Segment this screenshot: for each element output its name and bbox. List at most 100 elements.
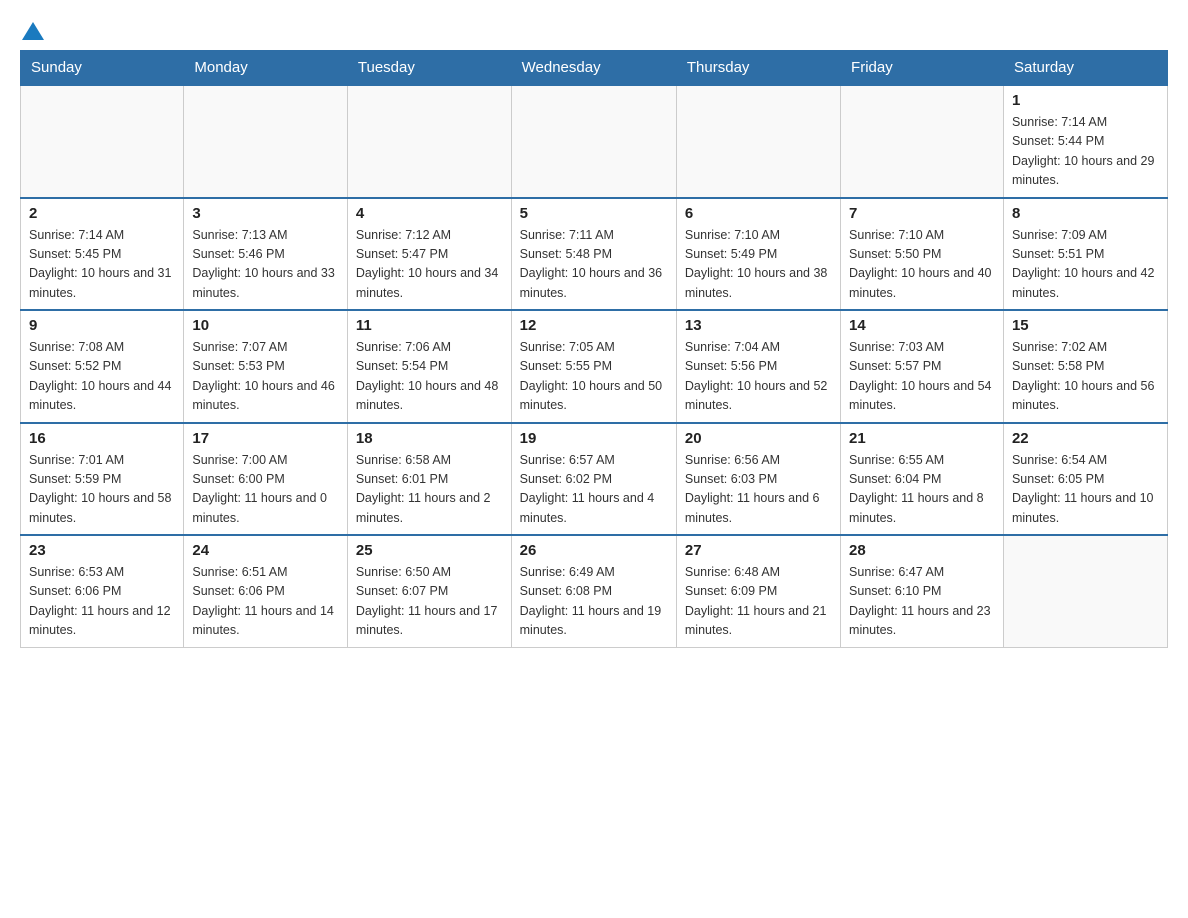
day-info: Sunrise: 6:58 AMSunset: 6:01 PMDaylight:… [356,451,503,529]
calendar-cell: 4 Sunrise: 7:12 AMSunset: 5:47 PMDaylight… [347,198,511,311]
calendar-cell: 21 Sunrise: 6:55 AMSunset: 6:04 PMDayligh… [841,423,1004,536]
day-info: Sunrise: 7:09 AMSunset: 5:51 PMDaylight:… [1012,226,1159,304]
day-number: 19 [520,430,668,447]
day-info: Sunrise: 7:11 AMSunset: 5:48 PMDaylight:… [520,226,668,304]
calendar-cell: 18Sunrise: 6:58 AMSunset: 6:01 PMDayligh… [347,423,511,536]
day-number: 7 [849,205,995,222]
calendar-cell: 15 Sunrise: 7:02 AMSunset: 5:58 PMDayligh… [1003,310,1167,423]
calendar-cell: 1 Sunrise: 7:14 AMSunset: 5:44 PMDaylight… [1003,85,1167,198]
day-number: 1 [1012,92,1159,109]
calendar-cell: 22 Sunrise: 6:54 AMSunset: 6:05 PMDayligh… [1003,423,1167,536]
calendar-cell: 6 Sunrise: 7:10 AMSunset: 5:49 PMDaylight… [676,198,840,311]
weekday-header-saturday: Saturday [1003,51,1167,86]
day-number: 6 [685,205,832,222]
day-info: Sunrise: 6:51 AMSunset: 6:06 PMDaylight:… [192,563,339,641]
day-info: Sunrise: 7:01 AMSunset: 5:59 PMDaylight:… [29,451,175,529]
calendar-week-row: 9Sunrise: 7:08 AMSunset: 5:52 PMDaylight… [21,310,1168,423]
calendar-cell: 3 Sunrise: 7:13 AMSunset: 5:46 PMDaylight… [184,198,348,311]
calendar-week-row: 1 Sunrise: 7:14 AMSunset: 5:44 PMDaylight… [21,85,1168,198]
weekday-header-tuesday: Tuesday [347,51,511,86]
day-number: 14 [849,317,995,334]
day-number: 26 [520,542,668,559]
day-number: 25 [356,542,503,559]
calendar-cell: 8 Sunrise: 7:09 AMSunset: 5:51 PMDaylight… [1003,198,1167,311]
calendar-cell [184,85,348,198]
day-info: Sunrise: 7:13 AMSunset: 5:46 PMDaylight:… [192,226,339,304]
calendar-header-row: SundayMondayTuesdayWednesdayThursdayFrid… [21,51,1168,86]
weekday-header-friday: Friday [841,51,1004,86]
day-info: Sunrise: 7:02 AMSunset: 5:58 PMDaylight:… [1012,338,1159,416]
day-number: 28 [849,542,995,559]
day-number: 2 [29,205,175,222]
day-info: Sunrise: 7:10 AMSunset: 5:49 PMDaylight:… [685,226,832,304]
day-info: Sunrise: 6:48 AMSunset: 6:09 PMDaylight:… [685,563,832,641]
calendar-cell: 28 Sunrise: 6:47 AMSunset: 6:10 PMDayligh… [841,535,1004,647]
day-info: Sunrise: 7:14 AMSunset: 5:45 PMDaylight:… [29,226,175,304]
day-info: Sunrise: 7:03 AMSunset: 5:57 PMDaylight:… [849,338,995,416]
calendar-cell [511,85,676,198]
day-number: 16 [29,430,175,447]
day-info: Sunrise: 7:06 AMSunset: 5:54 PMDaylight:… [356,338,503,416]
calendar-table: SundayMondayTuesdayWednesdayThursdayFrid… [20,50,1168,648]
day-info: Sunrise: 6:49 AMSunset: 6:08 PMDaylight:… [520,563,668,641]
calendar-cell: 14 Sunrise: 7:03 AMSunset: 5:57 PMDayligh… [841,310,1004,423]
day-number: 20 [685,430,832,447]
calendar-cell: 7 Sunrise: 7:10 AMSunset: 5:50 PMDaylight… [841,198,1004,311]
calendar-cell: 12Sunrise: 7:05 AMSunset: 5:55 PMDayligh… [511,310,676,423]
calendar-cell: 20 Sunrise: 6:56 AMSunset: 6:03 PMDayligh… [676,423,840,536]
calendar-cell: 11Sunrise: 7:06 AMSunset: 5:54 PMDayligh… [347,310,511,423]
day-info: Sunrise: 6:54 AMSunset: 6:05 PMDaylight:… [1012,451,1159,529]
day-number: 3 [192,205,339,222]
day-info: Sunrise: 6:56 AMSunset: 6:03 PMDaylight:… [685,451,832,529]
calendar-cell [347,85,511,198]
calendar-cell: 2 Sunrise: 7:14 AMSunset: 5:45 PMDaylight… [21,198,184,311]
day-info: Sunrise: 6:55 AMSunset: 6:04 PMDaylight:… [849,451,995,529]
calendar-week-row: 16 Sunrise: 7:01 AMSunset: 5:59 PMDayligh… [21,423,1168,536]
day-info: Sunrise: 7:10 AMSunset: 5:50 PMDaylight:… [849,226,995,304]
calendar-cell: 10 Sunrise: 7:07 AMSunset: 5:53 PMDayligh… [184,310,348,423]
day-number: 17 [192,430,339,447]
logo-triangle-icon [22,20,44,42]
day-info: Sunrise: 6:50 AMSunset: 6:07 PMDaylight:… [356,563,503,641]
weekday-header-monday: Monday [184,51,348,86]
day-number: 22 [1012,430,1159,447]
weekday-header-wednesday: Wednesday [511,51,676,86]
day-number: 10 [192,317,339,334]
calendar-cell [1003,535,1167,647]
calendar-cell: 17 Sunrise: 7:00 AMSunset: 6:00 PMDayligh… [184,423,348,536]
day-number: 27 [685,542,832,559]
calendar-cell: 9Sunrise: 7:08 AMSunset: 5:52 PMDaylight… [21,310,184,423]
day-number: 8 [1012,205,1159,222]
page-header [20,20,1168,40]
day-number: 21 [849,430,995,447]
day-number: 4 [356,205,503,222]
calendar-cell: 13 Sunrise: 7:04 AMSunset: 5:56 PMDayligh… [676,310,840,423]
day-info: Sunrise: 7:00 AMSunset: 6:00 PMDaylight:… [192,451,339,529]
weekday-header-thursday: Thursday [676,51,840,86]
day-number: 23 [29,542,175,559]
day-info: Sunrise: 7:14 AMSunset: 5:44 PMDaylight:… [1012,113,1159,191]
weekday-header-sunday: Sunday [21,51,184,86]
calendar-cell: 26 Sunrise: 6:49 AMSunset: 6:08 PMDayligh… [511,535,676,647]
calendar-cell [21,85,184,198]
calendar-cell: 24 Sunrise: 6:51 AMSunset: 6:06 PMDayligh… [184,535,348,647]
day-info: Sunrise: 6:53 AMSunset: 6:06 PMDaylight:… [29,563,175,641]
day-info: Sunrise: 7:04 AMSunset: 5:56 PMDaylight:… [685,338,832,416]
calendar-cell: 23 Sunrise: 6:53 AMSunset: 6:06 PMDayligh… [21,535,184,647]
day-info: Sunrise: 6:57 AMSunset: 6:02 PMDaylight:… [520,451,668,529]
day-number: 24 [192,542,339,559]
day-info: Sunrise: 6:47 AMSunset: 6:10 PMDaylight:… [849,563,995,641]
day-info: Sunrise: 7:12 AMSunset: 5:47 PMDaylight:… [356,226,503,304]
calendar-cell: 27 Sunrise: 6:48 AMSunset: 6:09 PMDayligh… [676,535,840,647]
day-number: 12 [520,317,668,334]
calendar-cell [676,85,840,198]
calendar-week-row: 2 Sunrise: 7:14 AMSunset: 5:45 PMDaylight… [21,198,1168,311]
calendar-cell: 25 Sunrise: 6:50 AMSunset: 6:07 PMDayligh… [347,535,511,647]
day-number: 13 [685,317,832,334]
day-info: Sunrise: 7:07 AMSunset: 5:53 PMDaylight:… [192,338,339,416]
day-info: Sunrise: 7:08 AMSunset: 5:52 PMDaylight:… [29,338,175,416]
day-number: 5 [520,205,668,222]
day-number: 15 [1012,317,1159,334]
calendar-cell: 16 Sunrise: 7:01 AMSunset: 5:59 PMDayligh… [21,423,184,536]
calendar-week-row: 23 Sunrise: 6:53 AMSunset: 6:06 PMDayligh… [21,535,1168,647]
